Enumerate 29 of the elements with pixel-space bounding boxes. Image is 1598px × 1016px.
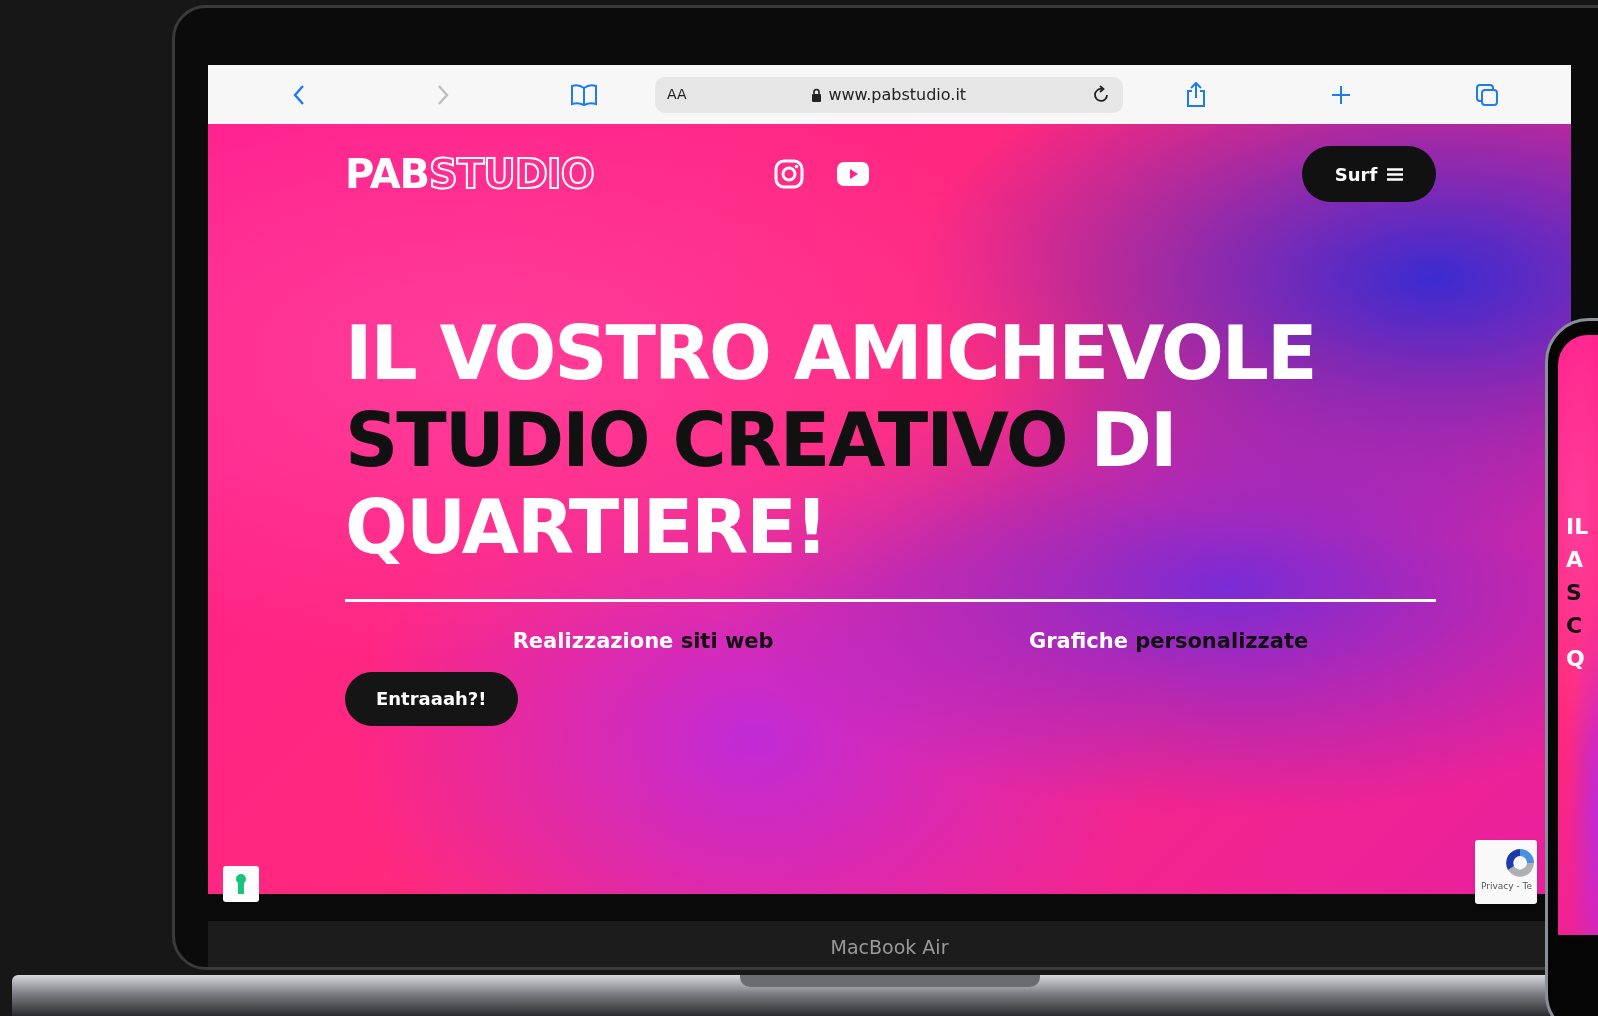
text-size-button[interactable]: AA bbox=[667, 84, 687, 105]
keyhole-icon bbox=[235, 874, 247, 894]
lock-icon bbox=[811, 87, 823, 102]
tabs-icon[interactable] bbox=[1475, 82, 1499, 107]
url-text: www.pabstudio.it bbox=[828, 83, 967, 106]
menu-button[interactable]: Surf bbox=[1302, 146, 1436, 202]
back-icon[interactable] bbox=[292, 83, 306, 106]
instagram-icon[interactable] bbox=[773, 159, 804, 189]
youtube-icon[interactable] bbox=[836, 162, 869, 186]
phone-headline-text: IL bbox=[1566, 513, 1590, 541]
hero-headline: IL VOSTRO AMICHEVOLE STUDIO CREATIVO DI QUARTIERE! bbox=[345, 310, 1317, 571]
service-label: Realizzazione siti web bbox=[512, 628, 774, 655]
plus-icon[interactable] bbox=[1331, 84, 1351, 105]
share-icon[interactable] bbox=[1185, 81, 1207, 108]
menu-icon bbox=[1387, 167, 1404, 181]
book-icon[interactable] bbox=[570, 82, 598, 107]
phone-headline-text: C bbox=[1566, 612, 1584, 640]
phone-headline-text: Q bbox=[1566, 645, 1586, 673]
service-label: Grafiche personalizzate bbox=[1029, 628, 1309, 655]
address-bar[interactable]: AA www.pabstudio.it bbox=[655, 76, 1123, 113]
recaptcha-icon bbox=[1503, 846, 1537, 880]
enter-button[interactable]: Entraaah?! bbox=[345, 671, 518, 726]
recaptcha-text: Privacy - Te bbox=[1481, 880, 1533, 893]
phone-headline-text: A bbox=[1566, 546, 1585, 574]
recaptcha-badge[interactable]: Privacy - Te bbox=[1475, 840, 1537, 904]
security-badge[interactable] bbox=[223, 866, 259, 902]
reload-icon[interactable] bbox=[1091, 84, 1111, 105]
phone-headline-text: S bbox=[1566, 579, 1583, 607]
device-label: MacBook Air bbox=[830, 934, 949, 960]
